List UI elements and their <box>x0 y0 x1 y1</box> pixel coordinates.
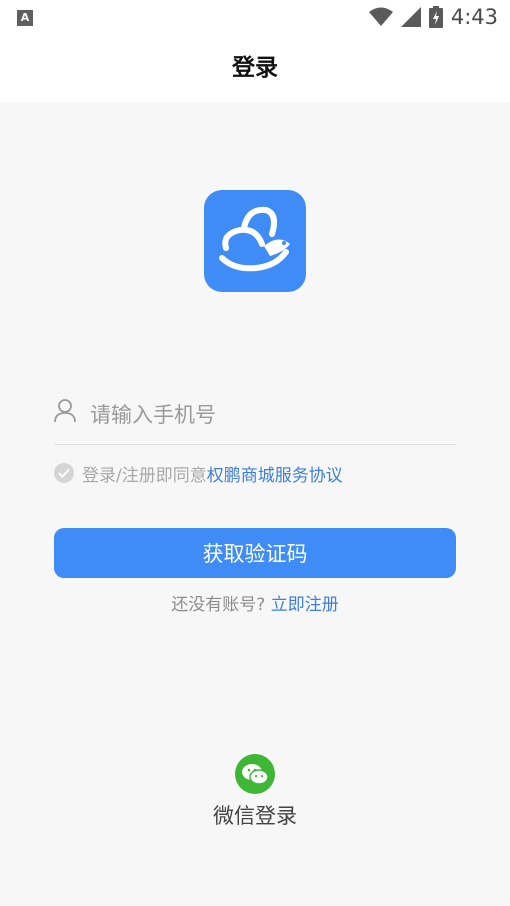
status-bar: A 4:43 <box>0 0 510 34</box>
agreement-text: 登录/注册即同意 <box>82 465 207 486</box>
wifi-icon <box>368 7 393 26</box>
battery-charging-icon <box>428 6 443 28</box>
get-verification-code-button[interactable]: 获取验证码 <box>54 528 456 578</box>
page-title: 登录 <box>0 34 510 102</box>
register-prompt: 还没有账号? <box>171 595 266 615</box>
agreement-row: 登录/注册即同意 权鹏商城服务协议 <box>54 458 343 488</box>
status-icons: 4:43 <box>368 4 498 30</box>
register-row: 还没有账号? 立即注册 <box>0 590 510 620</box>
wechat-icon[interactable] <box>235 754 275 794</box>
signal-icon <box>400 7 421 27</box>
register-link[interactable]: 立即注册 <box>271 595 339 615</box>
user-icon <box>54 399 76 423</box>
status-time: 4:43 <box>450 5 498 29</box>
notification-icon: A <box>17 10 33 26</box>
app-logo-icon <box>204 190 306 292</box>
wechat-login-label[interactable]: 微信登录 <box>0 800 510 830</box>
phone-field[interactable] <box>54 386 456 445</box>
service-agreement-link[interactable]: 权鹏商城服务协议 <box>207 461 343 486</box>
agreement-checkbox[interactable] <box>54 463 74 483</box>
check-icon <box>58 468 70 478</box>
phone-input[interactable] <box>88 396 452 434</box>
